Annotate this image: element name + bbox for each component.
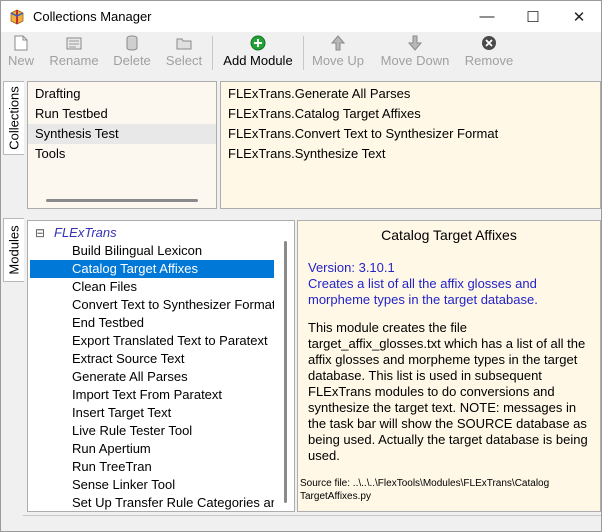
module-tree-item[interactable]: Export Translated Text to Paratext [30,332,274,350]
new-button[interactable]: New [5,34,37,72]
rename-label: Rename [49,53,99,68]
rename-icon [66,37,82,50]
collapse-toggle-icon[interactable]: ⊟ [35,224,45,242]
modules-scrollbar[interactable] [284,241,287,503]
toolbar-separator [303,36,304,70]
module-tree-item[interactable]: Run Apertium [30,440,274,458]
module-tree-item[interactable]: Import Text From Paratext [30,386,274,404]
collection-module-item[interactable]: FLExTrans.Generate All Parses [221,84,591,104]
collections-scrollbar[interactable] [46,199,198,202]
module-source-file: Source file: ..\..\..\FlexTools\Modules\… [300,478,550,502]
collection-item[interactable]: Run Testbed [28,104,216,124]
module-version: Version: 3.10.1 [308,260,395,275]
select-label: Select [165,53,203,68]
bottom-border [23,515,601,516]
add-module-label: Add Module [223,53,293,68]
rename-button[interactable]: Rename [45,34,103,72]
collection-module-item[interactable]: FLExTrans.Catalog Target Affixes [221,104,591,124]
module-tree-item[interactable]: Build Bilingual Lexicon [30,242,274,260]
collection-modules-list[interactable]: FLExTrans.Generate All Parses FLExTrans.… [220,81,601,209]
delete-label: Delete [113,53,151,68]
collection-item[interactable]: Tools [28,144,216,164]
new-label: New [7,53,34,68]
remove-label: Remove [464,53,514,68]
module-tree-item[interactable]: Clean Files [30,278,274,296]
close-button[interactable]: ✕ [556,1,602,32]
move-down-label: Move Down [380,53,450,68]
modules-tree[interactable]: ⊟ FLExTrans Build Bilingual Lexicon Catal… [27,220,295,512]
remove-icon [482,36,496,50]
module-info-panel: Catalog Target Affixes Version: 3.10.1 C… [297,220,601,512]
module-tree-item[interactable]: Insert Target Text [30,404,274,422]
maximize-button[interactable]: ☐ [510,1,556,32]
toolbar: New Rename Delete Select Add Module Move… [1,32,601,74]
module-tree-item[interactable]: Convert Text to Synthesizer Format [30,296,274,314]
delete-button[interactable]: Delete [109,34,155,72]
move-down-button[interactable]: Move Down [377,34,453,72]
delete-icon [126,35,138,51]
module-tree-item[interactable]: End Testbed [30,314,274,332]
collection-module-item[interactable]: FLExTrans.Synthesize Text [221,144,591,164]
module-group-label[interactable]: FLExTrans [54,224,117,242]
add-icon [250,35,266,51]
tab-collections-label: Collections [6,86,22,150]
collections-list[interactable]: Drafting Run Testbed Synthesis Test Tool… [27,81,217,209]
tab-modules-label: Modules [6,225,22,275]
module-tree-item[interactable]: Sense Linker Tool [30,476,274,494]
tab-modules[interactable]: Modules [3,218,24,282]
folder-icon [176,38,192,50]
module-tree-item[interactable]: Generate All Parses [30,368,274,386]
module-tree-item[interactable]: Extract Source Text [30,350,274,368]
module-tree-item[interactable]: Live Rule Tester Tool [30,422,274,440]
collection-item[interactable]: Drafting [28,84,216,104]
window-title: Collections Manager [33,9,152,24]
remove-button[interactable]: Remove [461,34,517,72]
toolbar-separator [212,36,213,70]
module-tree-item[interactable]: Catalog Target Affixes [30,260,274,278]
title-bar: Collections Manager — ☐ ✕ [1,1,601,32]
splitter[interactable] [23,209,601,217]
move-up-label: Move Up [311,53,365,68]
module-info-title: Catalog Target Affixes [381,227,517,243]
collections-manager-window: Collections Manager — ☐ ✕ New Rename Del… [0,0,602,532]
module-tree-item[interactable]: Run TreeTran [30,458,274,476]
app-icon [10,9,24,25]
arrow-up-icon [331,35,345,51]
select-button[interactable]: Select [161,34,207,72]
module-summary: Creates a list of all the affix glosses … [308,276,538,307]
move-up-button[interactable]: Move Up [309,34,367,72]
module-tree-item[interactable]: Set Up Transfer Rule Categories and Attr… [30,494,274,511]
arrow-down-icon [408,35,422,51]
collection-module-item[interactable]: FLExTrans.Convert Text to Synthesizer Fo… [221,124,591,144]
minimize-button[interactable]: — [464,1,510,32]
new-document-icon [14,35,28,51]
add-module-button[interactable]: Add Module [218,34,298,72]
tab-collections[interactable]: Collections [3,81,24,155]
module-description: This module creates the file target_affi… [308,320,588,463]
collection-item[interactable]: Synthesis Test [28,124,216,144]
